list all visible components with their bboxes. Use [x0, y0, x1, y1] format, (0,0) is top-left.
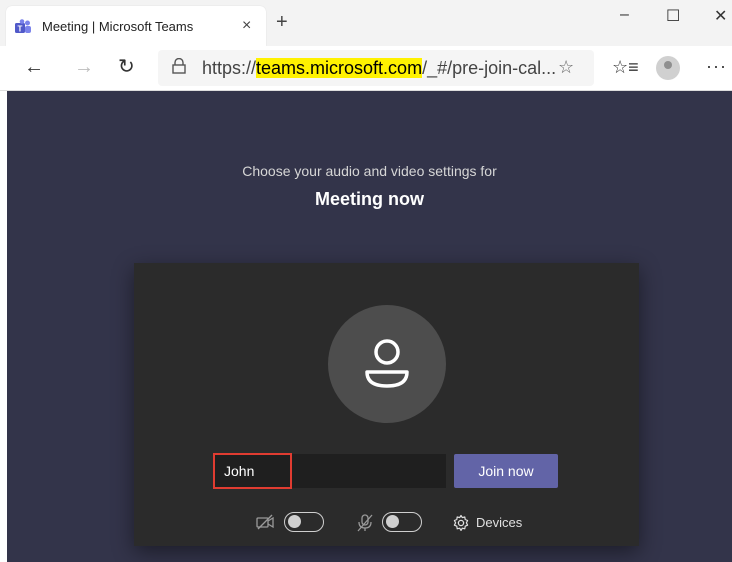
svg-text:T: T [18, 25, 23, 34]
new-tab-button[interactable]: + [276, 12, 288, 32]
browser-toolbar: ← → ↻ https://teams.microsoft.com/_#/pre… [0, 46, 732, 91]
mic-toggle[interactable] [382, 512, 422, 532]
more-menu-icon[interactable]: ··· [706, 56, 727, 77]
profile-avatar-icon[interactable] [656, 56, 680, 80]
url-path: /_#/pre-join-cal... [422, 58, 557, 78]
camera-off-icon [256, 514, 274, 530]
prejoin-screen: Choose your audio and video settings for… [7, 91, 732, 562]
user-avatar [328, 305, 446, 423]
window-close-button[interactable]: ✕ [714, 6, 727, 26]
teams-favicon: T [15, 19, 31, 34]
lock-icon [172, 58, 186, 74]
url-text: https://teams.microsoft.com/_#/pre-join-… [202, 58, 556, 79]
gear-icon[interactable] [452, 514, 470, 532]
address-bar[interactable]: https://teams.microsoft.com/_#/pre-join-… [158, 50, 594, 86]
device-controls: Devices [134, 508, 639, 538]
prejoin-subtitle: Choose your audio and video settings for [242, 163, 497, 179]
video-preview-panel: Join now Devices [134, 263, 639, 546]
browser-tab[interactable]: T Meeting | Microsoft Teams × [6, 6, 266, 46]
mic-off-icon [357, 514, 373, 532]
join-now-button[interactable]: Join now [454, 454, 558, 488]
devices-button[interactable]: Devices [476, 515, 522, 530]
avatar-icon [365, 339, 409, 388]
favorite-star-icon[interactable]: ☆ [558, 57, 574, 78]
tab-close-icon[interactable]: × [242, 17, 251, 35]
tab-title: Meeting | Microsoft Teams [42, 19, 194, 34]
maximize-button[interactable]: ☐ [666, 6, 680, 26]
url-domain: teams.microsoft.com [256, 58, 423, 78]
name-input[interactable] [214, 454, 446, 488]
back-button[interactable]: ← [24, 56, 44, 78]
favorites-icon[interactable]: ☆≡ [612, 57, 639, 78]
tab-strip: T Meeting | Microsoft Teams × + – ☐ ✕ [0, 0, 732, 47]
meeting-title: Meeting now [315, 189, 424, 209]
url-prefix: https:// [202, 58, 257, 78]
refresh-button[interactable]: ↻ [118, 56, 135, 78]
minimize-button[interactable]: – [620, 6, 629, 24]
camera-toggle[interactable] [284, 512, 324, 532]
forward-button[interactable]: → [74, 56, 94, 78]
